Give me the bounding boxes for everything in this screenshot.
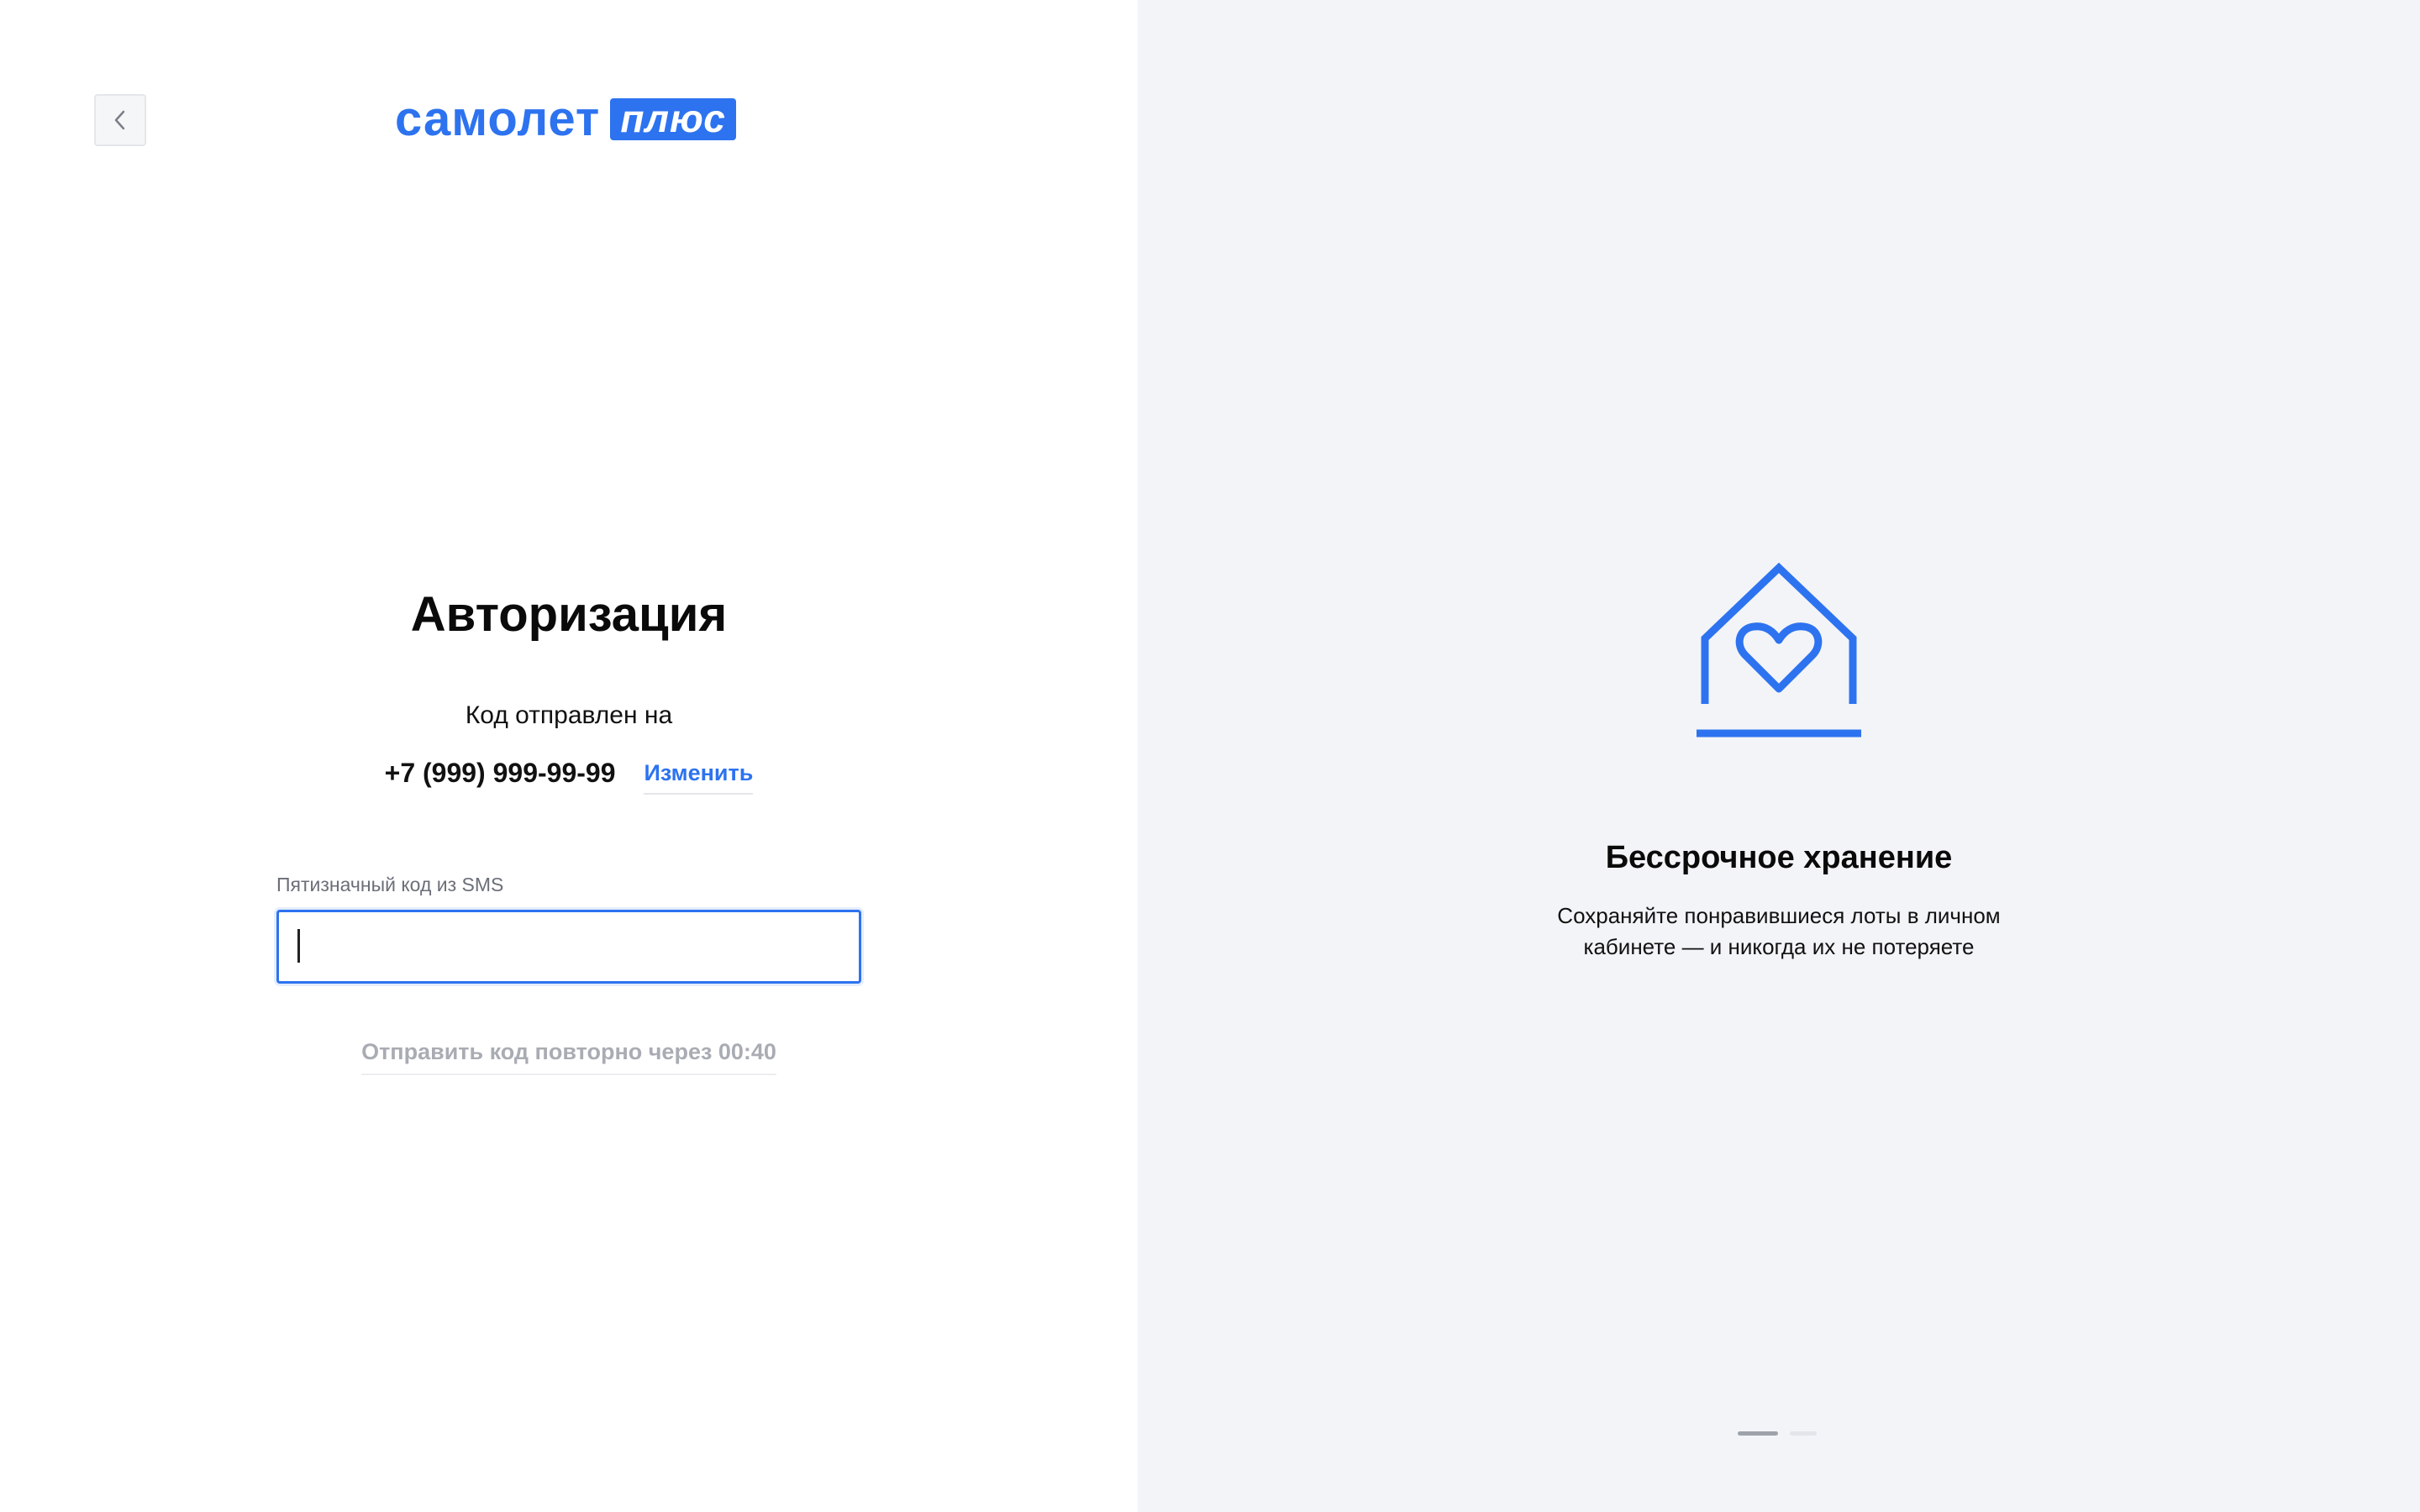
- slide-indicators: [1738, 1431, 1817, 1436]
- change-phone-link[interactable]: Изменить: [644, 756, 754, 795]
- promo-description: Сохраняйте понравившиеся лоты в личном к…: [1557, 903, 2001, 959]
- promo-panel: Бессрочное хранение Сохраняйте понравивш…: [1138, 0, 2420, 1512]
- page-title: Авторизация: [410, 587, 728, 642]
- back-button[interactable]: [94, 94, 146, 146]
- sms-code-input[interactable]: [276, 910, 861, 984]
- brand-logo-badge: плюс: [610, 98, 736, 140]
- auth-header: Авторизация Код отправлен на +7 (999) 99…: [0, 580, 1138, 795]
- promo-title: Бессрочное хранение: [1605, 840, 1953, 875]
- text-cursor: [297, 929, 300, 963]
- slide-indicator-2[interactable]: [1790, 1431, 1817, 1436]
- slide-indicator-1[interactable]: [1738, 1431, 1778, 1436]
- promo-slide: Бессрочное хранение Сохраняйте понравивш…: [1138, 561, 2420, 963]
- chevron-left-icon: [111, 108, 129, 133]
- resend-code-link[interactable]: Отправить код повторно через 00:40: [361, 1035, 776, 1075]
- sms-code-label: Пятизначный код из SMS: [276, 874, 504, 895]
- code-sent-label: Код отправлен на: [465, 701, 673, 729]
- resend-container: Отправить код повторно через 00:40: [0, 1035, 1138, 1075]
- phone-number: +7 (999) 999-99-99: [384, 758, 616, 788]
- brand-logo-word: самолет: [395, 92, 601, 146]
- auth-page: самолет плюс Авторизация Код отправлен н…: [0, 0, 2420, 1512]
- house-heart-icon: [1697, 562, 1861, 738]
- phone-row: +7 (999) 999-99-99 Изменить: [0, 751, 1138, 795]
- auth-panel: самолет плюс Авторизация Код отправлен н…: [0, 0, 1138, 1512]
- brand-logo[interactable]: самолет плюс: [395, 94, 736, 144]
